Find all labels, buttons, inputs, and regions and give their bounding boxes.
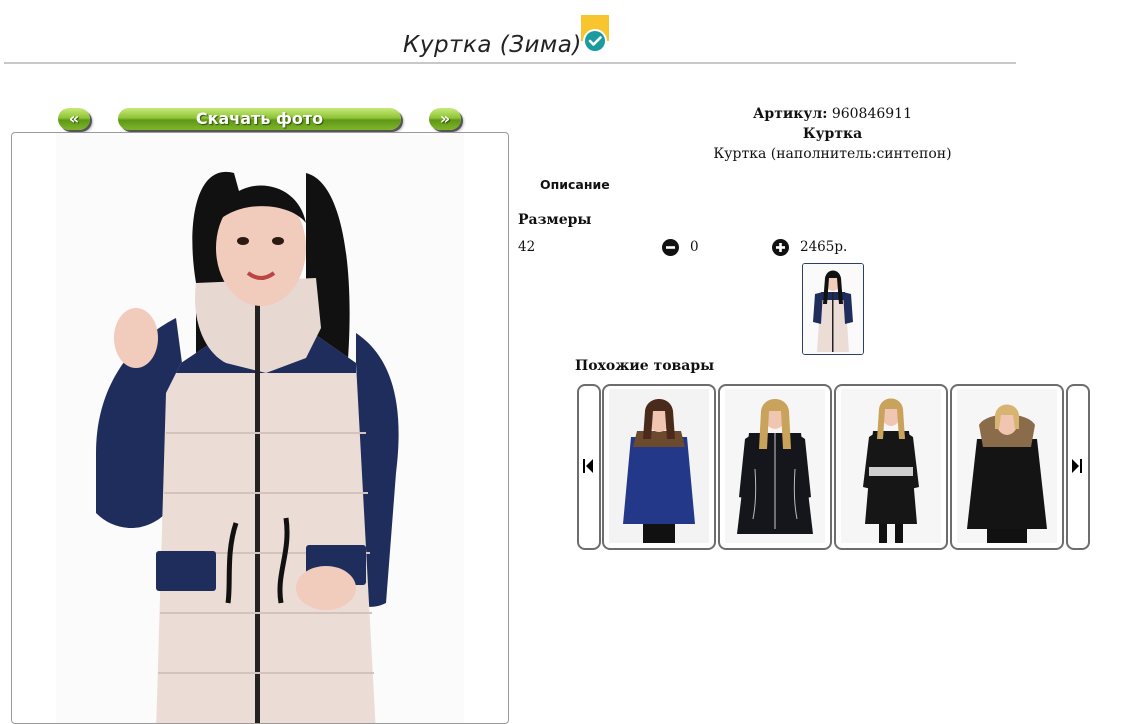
sizes-label: Размеры <box>518 212 592 228</box>
carousel-next-button[interactable] <box>1066 384 1090 550</box>
similar-product-image <box>957 389 1057 543</box>
similar-product-card[interactable] <box>950 384 1064 550</box>
description-label[interactable]: Описание <box>540 177 610 192</box>
check-badge-icon <box>581 15 609 53</box>
minus-circle-icon[interactable] <box>662 239 679 256</box>
article-label: Артикул: <box>753 106 828 122</box>
similar-products-label: Похожие товары <box>575 358 715 374</box>
similar-product-image <box>725 389 825 543</box>
carousel-prev-button[interactable] <box>577 384 601 550</box>
download-photo-button[interactable]: Скачать фото <box>118 108 401 130</box>
skip-forward-icon <box>1072 459 1082 473</box>
similar-product-card[interactable] <box>718 384 832 550</box>
photo-thumbnail[interactable] <box>802 263 864 355</box>
article-value: 960846911 <box>831 106 912 122</box>
quantity-value: 0 <box>690 239 699 255</box>
next-photo-button[interactable]: » <box>429 108 461 130</box>
thumbnail-image <box>803 264 863 354</box>
article-line: Артикул: 960846911 <box>700 104 965 124</box>
similar-product-image <box>609 389 709 543</box>
skip-back-icon <box>583 459 593 473</box>
similar-product-image <box>841 389 941 543</box>
similar-product-card[interactable] <box>834 384 948 550</box>
page-header: Куртка (Зима) <box>0 10 1016 62</box>
main-photo-frame <box>11 132 509 724</box>
header-divider <box>4 62 1016 64</box>
size-value: 42 <box>518 239 536 255</box>
page-title: Куртка (Зима) <box>403 32 582 58</box>
size-price: 2465р. <box>800 239 848 255</box>
plus-circle-icon[interactable] <box>772 239 789 256</box>
prev-photo-button[interactable]: « <box>58 108 90 130</box>
similar-product-card[interactable] <box>602 384 716 550</box>
product-info: Артикул: 960846911 Куртка Куртка (наполн… <box>700 104 965 164</box>
main-product-photo[interactable] <box>56 133 464 724</box>
product-subtitle: Куртка (наполнитель:синтепон) <box>713 146 952 162</box>
product-name: Куртка <box>802 126 863 142</box>
